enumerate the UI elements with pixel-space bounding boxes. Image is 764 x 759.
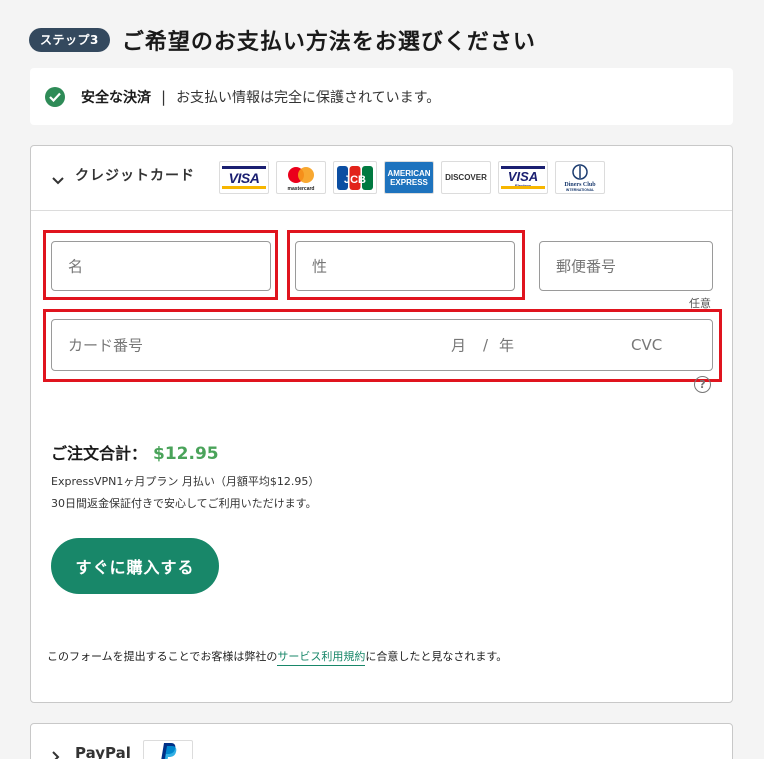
optional-label: 任意 [689, 297, 711, 310]
guarantee-text: 30日間返金保証付きで安心してご利用いただけます。 [51, 497, 317, 510]
order-total-label: ご注文合計： [51, 444, 148, 463]
svg-text:INTERNATIONAL: INTERNATIONAL [566, 188, 595, 192]
postal-code-field[interactable]: 郵便番号 [539, 241, 713, 291]
buy-now-button[interactable]: すぐに購入する [51, 538, 219, 594]
secure-payment-label: 安全な決済 [81, 89, 151, 106]
terms-text-after: に合意したと見なされます。 [365, 650, 508, 663]
amex-logo: AMERICAN EXPRESS [384, 161, 434, 194]
credit-card-header[interactable]: クレジットカード VISA mastercard JCB AMERICAN EX… [31, 146, 732, 211]
mastercard-logo: mastercard [276, 161, 326, 194]
cvc-input[interactable]: CVC [631, 336, 662, 354]
check-circle-icon [45, 86, 65, 107]
step-header: ステップ3 ご希望のお支払い方法をお選びください [29, 24, 536, 56]
secure-payment-notice: 安全な決済 | お支払い情報は完全に保護されています。 [30, 68, 733, 125]
credit-card-panel: クレジットカード VISA mastercard JCB AMERICAN EX… [30, 145, 733, 703]
first-name-field[interactable]: 名 [51, 241, 271, 291]
terms-of-service-link[interactable]: サービス利用規約 [277, 650, 366, 666]
card-details-field[interactable]: カード番号 月 / 年 CVC [51, 319, 713, 371]
visa-logo: VISA [219, 161, 269, 194]
order-total: ご注文合計： $12.95 [51, 440, 219, 464]
first-name-placeholder: 名 [68, 257, 84, 276]
expiry-month-input[interactable]: 月 [451, 335, 466, 356]
paypal-logo [143, 740, 193, 759]
last-name-field[interactable]: 性 [295, 241, 515, 291]
visa-electron-logo: VISA Electron [498, 161, 548, 194]
credit-card-label: クレジットカード [75, 168, 195, 184]
last-name-placeholder: 性 [312, 257, 328, 276]
chevron-right-icon[interactable] [52, 748, 60, 759]
terms-text-before: このフォームを提出することでお客様は弊社の [47, 650, 278, 663]
plan-description: ExpressVPN1ヶ月プラン 月払い（月額平均$12.95） [51, 475, 320, 488]
expiry-year-input[interactable]: 年 [499, 335, 514, 356]
svg-text:JCB: JCB [344, 174, 366, 186]
step-badge: ステップ3 [29, 28, 110, 52]
help-icon[interactable]: ? [694, 376, 711, 393]
diners-club-logo: Diners Club INTERNATIONAL [555, 161, 605, 194]
postal-code-placeholder: 郵便番号 [556, 257, 617, 276]
svg-text:VISA: VISA [508, 169, 538, 184]
terms-notice: このフォームを提出することでお客様は弊社のサービス利用規約に合意したと見なされま… [47, 648, 508, 666]
separator: | [161, 87, 167, 106]
paypal-panel[interactable]: PayPal [30, 723, 733, 759]
discover-logo: DISCOVER [441, 161, 491, 194]
page-title: ご希望のお支払い方法をお選びください [121, 30, 536, 55]
paypal-label: PayPal [75, 744, 131, 759]
order-total-amount: $12.95 [153, 444, 219, 464]
secure-payment-text: お支払い情報は完全に保護されています。 [176, 89, 441, 106]
expiry-slash: / [483, 336, 489, 354]
card-number-input[interactable]: カード番号 [68, 335, 143, 356]
chevron-down-icon[interactable] [52, 170, 64, 189]
card-logos: VISA mastercard JCB AMERICAN EXPRESS DIS… [219, 161, 605, 194]
jcb-logo: JCB [333, 161, 377, 194]
svg-text:mastercard: mastercard [288, 186, 315, 192]
